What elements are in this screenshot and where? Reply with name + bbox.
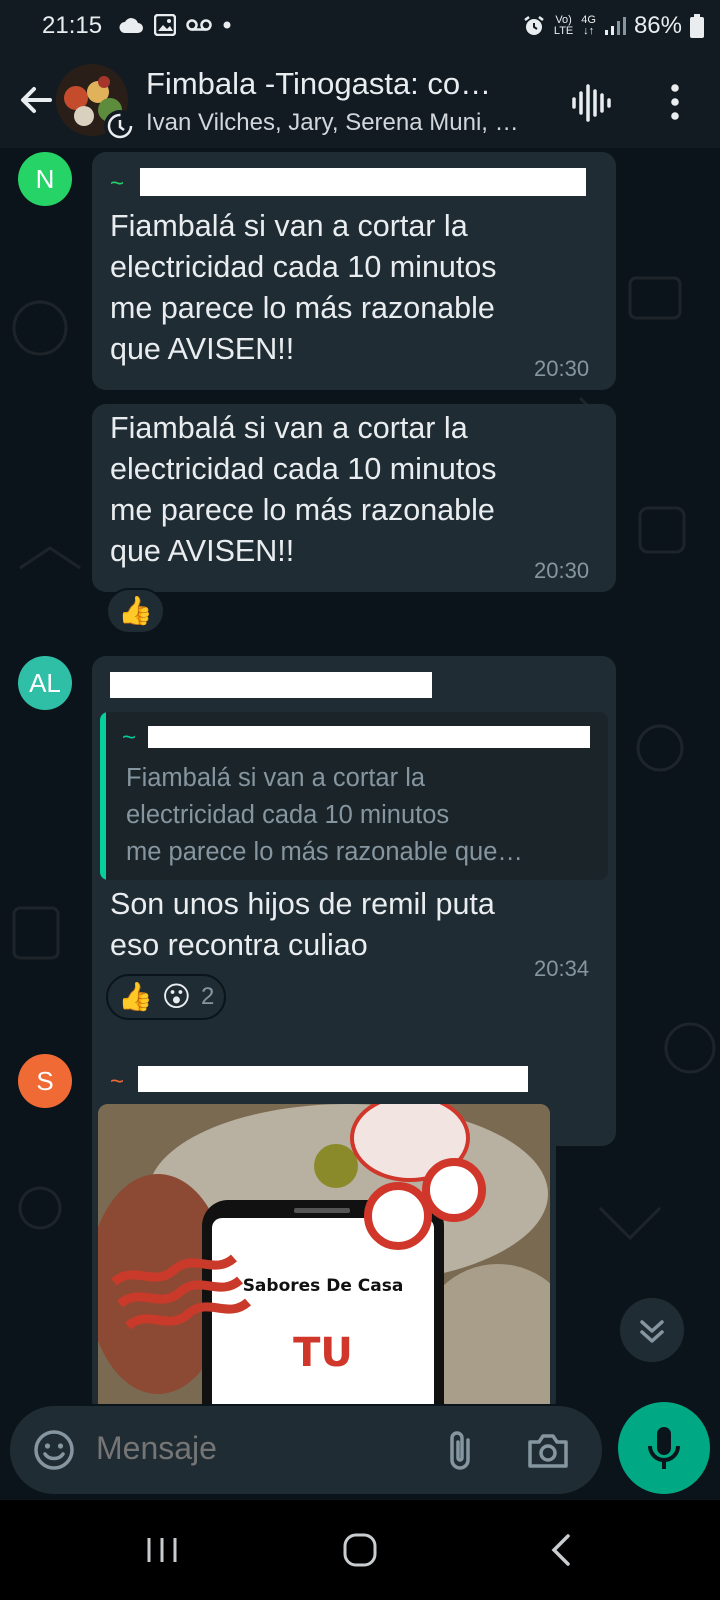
message-text: Fiambalá si van a cortar la electricidad…: [110, 209, 497, 366]
battery-percent: 86%: [633, 12, 682, 39]
redacted-sender-name: [138, 1066, 528, 1092]
message-input[interactable]: [96, 1430, 396, 1467]
message-bubble[interactable]: Fiambalá si van a cortar la electricidad…: [92, 404, 616, 592]
message-time: 20:34: [534, 956, 590, 981]
quoted-text: Fiambalá si van a cortar la electricidad…: [126, 764, 523, 866]
image-message-bubble[interactable]: ~ Sabores De Casa TU: [92, 1054, 556, 1404]
redacted-sender-name: [140, 168, 586, 196]
status-indicator: [104, 110, 136, 142]
thumbs-up-emoji: 👍: [118, 594, 153, 627]
voice-chat-icon[interactable]: [570, 82, 612, 124]
alarm-icon: [524, 16, 544, 35]
chat-title[interactable]: Fimbala -Tinogasta: co…: [146, 66, 546, 102]
voice-record-button[interactable]: [618, 1402, 710, 1494]
sender-avatar-al[interactable]: AL: [18, 656, 72, 710]
sender-prefix: ~: [110, 170, 125, 197]
sender-avatar-n[interactable]: N: [18, 152, 72, 206]
double-chevron-down-icon: [640, 1320, 664, 1343]
message-time: 20:30: [534, 558, 590, 583]
back-nav-icon[interactable]: [540, 1528, 584, 1572]
redacted-sender-name: [110, 672, 432, 698]
sender-avatar-s[interactable]: S: [18, 1054, 72, 1108]
message-text: Son unos hijos de remil puta eso recontr…: [110, 887, 495, 962]
signal-icon: [604, 17, 626, 35]
status-time: 21:15: [42, 12, 103, 39]
reaction-count: 2: [200, 983, 215, 1010]
quote-prefix: ~: [122, 724, 137, 751]
back-arrow-icon[interactable]: [14, 78, 58, 122]
image-title-text: Sabores De Casa: [242, 1276, 404, 1296]
status-bar: 21:15 Vo) LTE 4G ↓↑ 86%: [0, 0, 720, 56]
gallery-icon: [154, 14, 176, 36]
microphone-icon: [648, 1427, 680, 1469]
scroll-to-bottom-button[interactable]: [620, 1298, 684, 1362]
cloud-icon: [119, 18, 143, 33]
reaction-emojis: 👍 😮: [118, 980, 191, 1013]
quoted-message[interactable]: ~ Fiambalá si van a cortar la electricid…: [100, 712, 608, 880]
attach-icon[interactable]: [442, 1428, 482, 1474]
message-list[interactable]: N ~ Fiambalá si van a cortar la electric…: [0, 148, 720, 1404]
battery-icon: [690, 14, 704, 38]
message-text: Fiambalá si van a cortar la electricidad…: [110, 411, 497, 568]
message-composer[interactable]: [10, 1406, 602, 1494]
sender-prefix: ~: [110, 1068, 125, 1095]
voicemail-icon: [186, 19, 212, 31]
home-icon[interactable]: [338, 1528, 382, 1572]
redacted-quote-sender: [148, 726, 590, 748]
dot-icon: [223, 21, 231, 29]
chat-header[interactable]: Fimbala -Tinogasta: co… Ivan Vilches, Ja…: [0, 56, 720, 148]
chat-participants[interactable]: Ivan Vilches, Jary, Serena Muni, …: [146, 109, 546, 137]
message-bubble[interactable]: ~ Fiambalá si van a cortar la electricid…: [92, 152, 616, 390]
reaction-badge[interactable]: 👍: [106, 588, 165, 634]
emoji-icon[interactable]: [32, 1428, 76, 1472]
camera-icon[interactable]: [526, 1430, 570, 1470]
more-options-icon[interactable]: [660, 80, 690, 124]
system-nav-bar: [0, 1500, 720, 1600]
recent-apps-icon[interactable]: [140, 1528, 184, 1572]
image-attachment[interactable]: Sabores De Casa TU: [98, 1104, 550, 1404]
reaction-badge[interactable]: 👍 😮 2: [106, 974, 227, 1020]
image-big-text: TU: [293, 1330, 353, 1376]
message-time: 20:30: [534, 356, 590, 381]
